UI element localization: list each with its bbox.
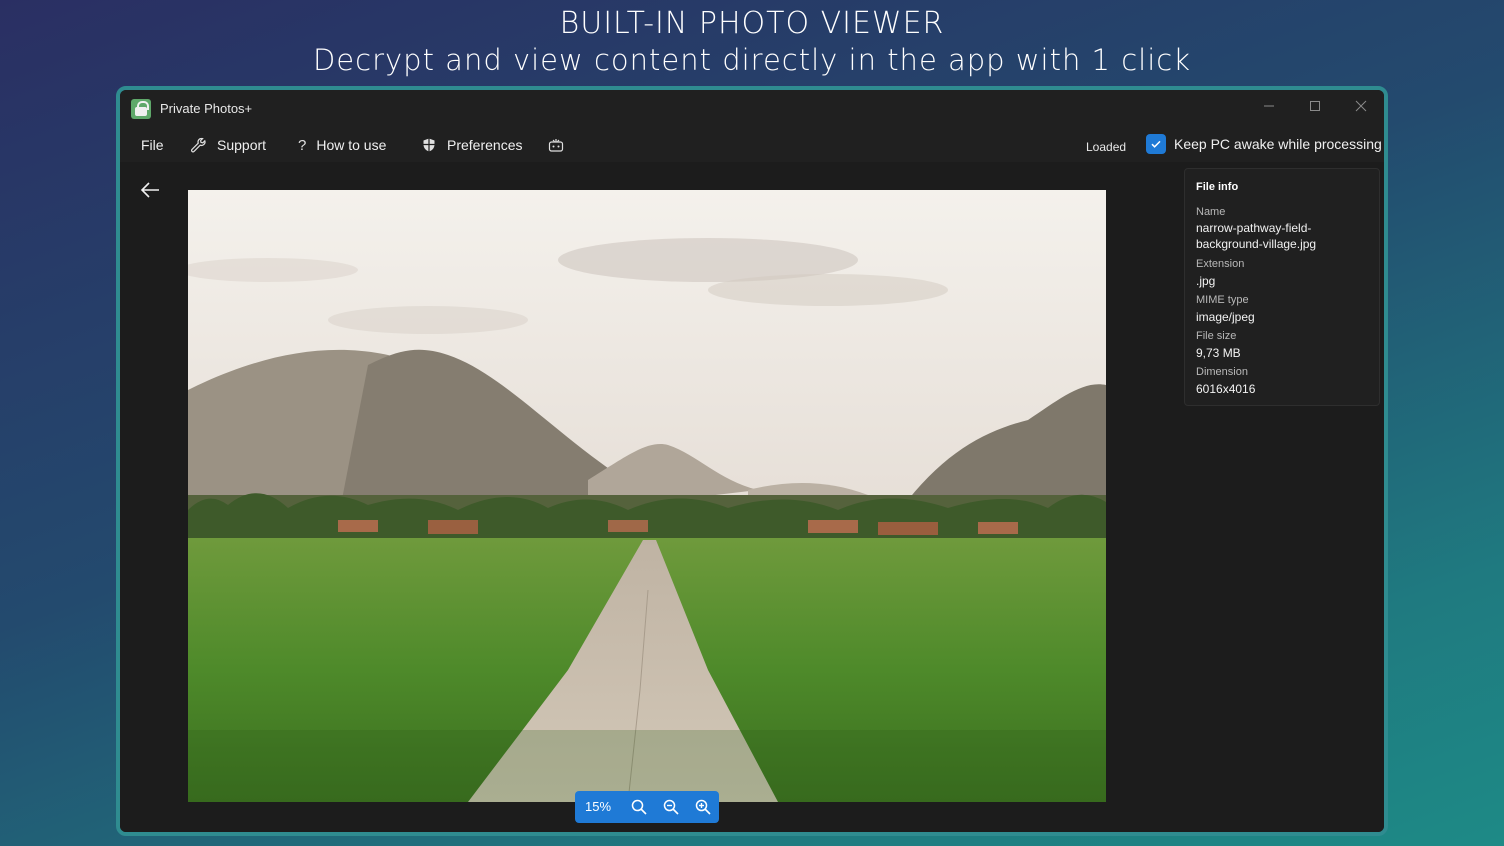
mime-value: image/jpeg [1196, 310, 1255, 324]
zoom-in-icon [695, 799, 711, 815]
title-bar: Private Photos+ [120, 90, 1384, 128]
name-value-line1: narrow-pathway-field- [1196, 221, 1312, 235]
menu-support[interactable]: Support [189, 134, 266, 156]
dimension-value: 6016x4016 [1196, 382, 1256, 396]
file-info-title: File info [1196, 181, 1239, 193]
app-window: Private Photos+ File Support ? How to us… [116, 86, 1388, 836]
zoom-out-icon [663, 799, 679, 815]
app-title: Private Photos+ [160, 101, 253, 116]
file-size-label: File size [1196, 330, 1237, 342]
mime-label: MIME type [1196, 294, 1249, 306]
keep-awake-checkbox[interactable] [1146, 134, 1166, 154]
file-size-value: 9,73 MB [1196, 346, 1241, 360]
dimension-label: Dimension [1196, 366, 1248, 378]
zoom-in-button[interactable] [694, 798, 712, 816]
menu-bar: File Support ? How to use Preferences Lo… [120, 128, 1384, 162]
maximize-icon [1310, 101, 1320, 111]
menu-file-label: File [141, 137, 164, 153]
photo-image [188, 190, 1106, 802]
zoom-fit-button[interactable] [630, 798, 648, 816]
extension-label: Extension [1196, 258, 1245, 270]
file-info-panel: File info Name narrow-pathway-field- bac… [1184, 168, 1380, 406]
minimize-icon [1264, 105, 1274, 107]
name-value-line2: background-village.jpg [1196, 237, 1317, 251]
keep-awake-label[interactable]: Keep PC awake while processing [1174, 136, 1382, 152]
arrow-left-icon [140, 182, 159, 198]
search-icon [631, 799, 647, 815]
zoom-out-button[interactable] [662, 798, 680, 816]
minimize-button[interactable] [1254, 96, 1284, 120]
extension-value: .jpg [1196, 274, 1216, 288]
promo-title: BUILT-IN PHOTO VIEWER [559, 6, 945, 41]
viewer-content: 15% File info Name narrow-pathway-field-… [120, 162, 1384, 832]
menu-feedback[interactable] [547, 134, 575, 156]
close-button[interactable] [1346, 96, 1376, 120]
shield-icon [421, 137, 437, 153]
name-label: Name [1196, 206, 1226, 218]
menu-how-to-use[interactable]: ? How to use [298, 134, 386, 156]
status-loaded: Loaded [1086, 140, 1127, 154]
back-button[interactable] [138, 178, 162, 202]
zoom-toolbar: 15% [575, 791, 719, 823]
menu-how-to-use-label: How to use [316, 137, 387, 153]
menu-file[interactable]: File [141, 134, 164, 156]
menu-support-label: Support [217, 137, 267, 153]
wrench-icon [189, 136, 207, 154]
menu-preferences-label: Preferences [447, 137, 523, 153]
close-icon [1355, 100, 1367, 112]
maximize-button[interactable] [1300, 96, 1330, 120]
checkmark-icon [1151, 140, 1161, 148]
zoom-level: 15% [585, 799, 612, 814]
feedback-icon [547, 136, 565, 154]
question-icon: ? [298, 136, 307, 154]
promo-subtitle: Decrypt and view content directly in the… [312, 43, 1192, 77]
app-lock-icon [131, 99, 151, 119]
menu-preferences[interactable]: Preferences [421, 134, 522, 156]
